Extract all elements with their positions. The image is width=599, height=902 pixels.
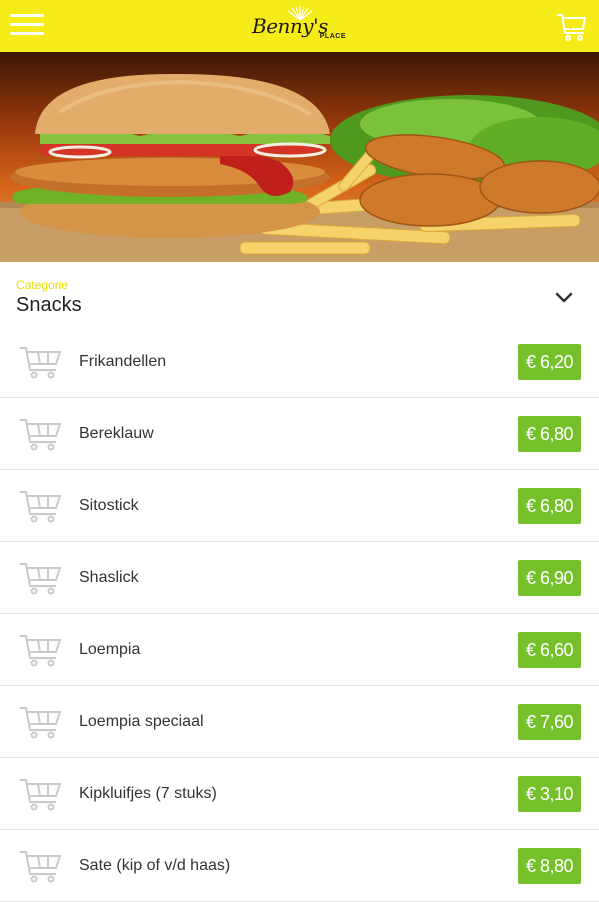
product-name: Sitostick	[79, 497, 139, 514]
list-item[interactable]: Kipkluifjes (7 stuks) € 3,10	[0, 758, 599, 830]
cart-icon[interactable]	[18, 342, 62, 380]
category-selector[interactable]: Categorie Snacks	[0, 262, 599, 326]
chevron-down-icon[interactable]	[554, 291, 574, 305]
list-item[interactable]: Sitostick € 6,80	[0, 470, 599, 542]
product-name: Loempia speciaal	[79, 713, 204, 730]
price-button[interactable]: € 6,60	[517, 632, 581, 668]
cart-icon[interactable]	[18, 486, 62, 524]
category-label: Categorie	[16, 278, 69, 292]
list-item[interactable]: Loempia speciaal € 7,60	[0, 686, 599, 758]
product-list: Frikandellen € 6,20 Bereklauw € 6,80 Sit…	[0, 326, 599, 902]
price-button[interactable]: € 6,80	[517, 488, 581, 524]
price-button[interactable]: € 6,80	[517, 416, 581, 452]
price-button[interactable]: € 8,80	[517, 848, 581, 884]
product-name: Frikandellen	[79, 353, 167, 370]
cart-icon[interactable]	[18, 702, 62, 740]
cart-icon[interactable]	[18, 630, 62, 668]
cart-count-badge: 0	[568, 21, 574, 31]
list-item[interactable]: Frikandellen € 6,20	[0, 326, 599, 398]
cart-icon[interactable]	[18, 558, 62, 596]
list-item[interactable]: Loempia € 6,60	[0, 614, 599, 686]
logo-subtext: PLACE	[319, 33, 346, 40]
cart-icon[interactable]	[18, 846, 62, 884]
price-button[interactable]: € 7,60	[517, 704, 581, 740]
brand-logo: Benny's PLACE	[252, 6, 348, 48]
product-name: Sate (kip of v/d haas)	[79, 857, 231, 874]
category-value: Snacks	[16, 294, 82, 316]
product-name: Loempia	[79, 641, 141, 658]
price-button[interactable]: € 6,20	[517, 344, 581, 380]
cart-icon[interactable]	[18, 774, 62, 812]
hamburger-menu-icon[interactable]	[10, 14, 44, 40]
product-name: Bereklauw	[79, 425, 154, 442]
app-header: Benny's PLACE 0	[0, 0, 599, 52]
logo-text: Benny's	[252, 14, 328, 38]
product-name: Shaslick	[79, 569, 139, 586]
cart-icon[interactable]	[18, 414, 62, 452]
list-item[interactable]: Bereklauw € 6,80	[0, 398, 599, 470]
price-button[interactable]: € 6,90	[517, 560, 581, 596]
product-name: Kipkluifjes (7 stuks)	[79, 785, 217, 802]
shopping-cart-icon[interactable]: 0	[556, 11, 588, 43]
list-item[interactable]: Sate (kip of v/d haas) € 8,80	[0, 830, 599, 902]
list-item[interactable]: Shaslick € 6,90	[0, 542, 599, 614]
price-button[interactable]: € 3,10	[517, 776, 581, 812]
hero-food-image	[0, 52, 599, 262]
